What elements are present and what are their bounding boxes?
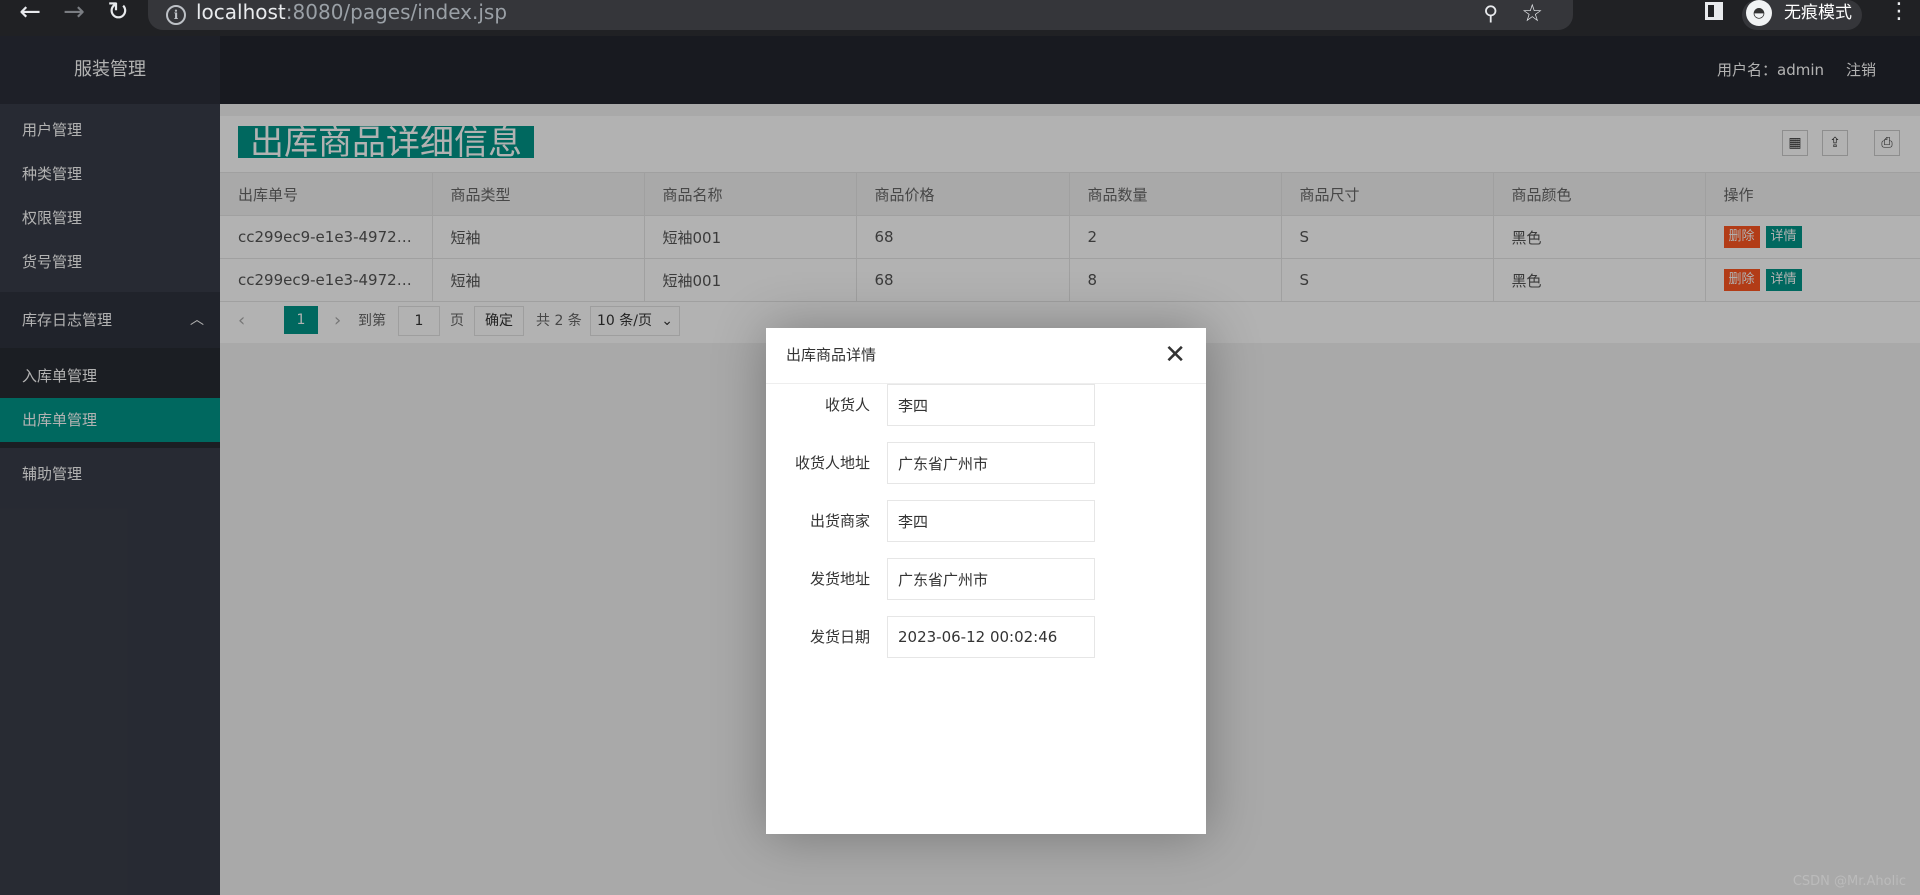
field-label: 出货商家 [809, 512, 870, 530]
incognito-icon: ◓ [1746, 0, 1772, 26]
bookmark-star-icon[interactable]: ☆ [1521, 0, 1543, 27]
receiver-input[interactable] [887, 384, 1095, 426]
field-label: 发货地址 [809, 570, 870, 588]
browser-toolbar: ← → ↻ i localhost:8080/pages/index.jsp ⚲… [0, 0, 1920, 36]
url-host: localhost [196, 0, 286, 24]
close-icon[interactable]: ✕ [1164, 328, 1186, 383]
incognito-label: 无痕模式 [1784, 3, 1852, 23]
url-path: :8080/pages/index.jsp [285, 0, 508, 24]
watermark: CSDN @Mr.Aholic [1792, 874, 1906, 889]
address-bar[interactable]: i localhost:8080/pages/index.jsp ⚲ ☆ [148, 0, 1573, 30]
browser-menu-icon[interactable]: ⋮ [1888, 0, 1910, 24]
reload-icon[interactable]: ↻ [100, 0, 136, 30]
zoom-icon[interactable]: ⚲ [1483, 1, 1498, 25]
outbound-detail-modal: 出库商品详情 ✕ 收货人 收货人地址 出货商家 发货地址 发货日期 [766, 328, 1206, 834]
field-ship-date: 发货日期 [766, 616, 1206, 658]
shipper-input[interactable] [887, 500, 1095, 542]
incognito-indicator[interactable]: ◓ 无痕模式 [1742, 0, 1862, 30]
field-label: 发货日期 [809, 628, 870, 646]
field-ship-address: 发货地址 [766, 558, 1206, 600]
field-label: 收货人 [824, 396, 870, 414]
field-receiver-address: 收货人地址 [766, 442, 1206, 484]
receiver-address-input[interactable] [887, 442, 1095, 484]
modal-title: 出库商品详情 [786, 346, 877, 364]
field-label: 收货人地址 [794, 454, 870, 472]
url-text[interactable]: localhost:8080/pages/index.jsp [196, 0, 507, 24]
ship-address-input[interactable] [887, 558, 1095, 600]
forward-icon[interactable]: → [56, 0, 92, 30]
site-info-icon[interactable]: i [166, 5, 186, 25]
ship-date-input[interactable] [887, 616, 1095, 658]
back-icon[interactable]: ← [12, 0, 48, 30]
field-receiver: 收货人 [766, 384, 1206, 426]
modal-header: 出库商品详情 ✕ [766, 328, 1206, 384]
side-panel-icon[interactable] [1705, 2, 1723, 20]
field-shipper: 出货商家 [766, 500, 1206, 542]
